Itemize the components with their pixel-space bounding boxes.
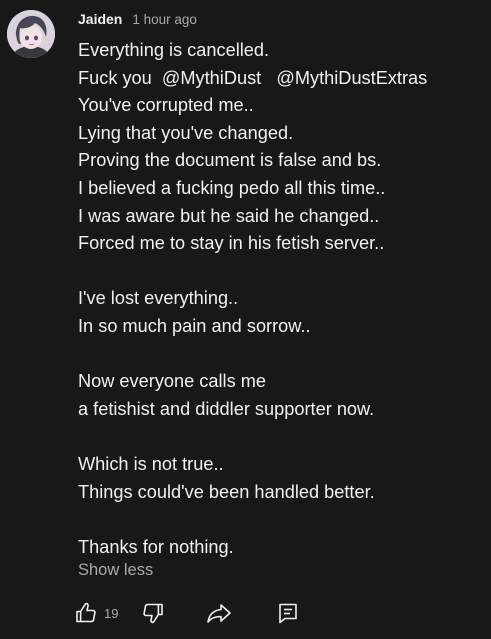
comment-line: Everything is cancelled. bbox=[78, 40, 270, 60]
thumbs-up-icon bbox=[76, 602, 96, 623]
show-less-button[interactable]: Show less bbox=[78, 561, 153, 580]
comment-line: In so much pain and sorrow.. bbox=[78, 315, 311, 336]
comment-line: Lying that you've changed. bbox=[78, 122, 294, 143]
comment-line: Forced me to stay in his fetish server.. bbox=[78, 233, 385, 254]
comment-text: Everything is cancelled. Fuck you @Mythi… bbox=[78, 37, 483, 561]
dislike-button[interactable] bbox=[141, 596, 165, 630]
author-name[interactable]: Jaiden bbox=[78, 11, 122, 27]
comment-timestamp[interactable]: 1 hour ago bbox=[132, 12, 197, 27]
comment-line: I believed a fucking pedo all this time.… bbox=[78, 177, 386, 198]
mention-link-mythidust[interactable]: @MythiDust bbox=[162, 68, 261, 88]
comment-line-gap bbox=[261, 68, 276, 88]
reply-button[interactable] bbox=[276, 596, 300, 630]
comment-line: Which is not true.. bbox=[78, 453, 224, 474]
avatar[interactable] bbox=[7, 10, 55, 58]
comment-thread: Jaiden 1 hour ago Everything is cancelle… bbox=[0, 0, 491, 639]
share-icon bbox=[207, 604, 231, 623]
comment-line: Proving the document is false and bs. bbox=[78, 150, 382, 171]
comment-line: I've lost everything.. bbox=[78, 288, 239, 309]
comment-line: Fuck you @MythiDust @MythiDustExtras bbox=[78, 65, 483, 93]
comment-actions: 19 bbox=[0, 596, 491, 630]
comment-line: a fetishist and diddler supporter now. bbox=[78, 398, 375, 419]
comment-line: I was aware but he said he changed.. bbox=[78, 205, 380, 226]
comment-line: Thanks for nothing. bbox=[78, 536, 234, 557]
comment-line: Things could've been handled better. bbox=[78, 481, 375, 502]
like-button[interactable]: 19 bbox=[74, 596, 118, 630]
comment-line-text: Fuck you bbox=[78, 67, 162, 88]
comment-line: You've corrupted me.. bbox=[78, 95, 254, 116]
mention-link-mythidustextras[interactable]: @MythiDustExtras bbox=[276, 68, 427, 88]
comment-line: Now everyone calls me bbox=[78, 371, 267, 392]
reply-comment-icon bbox=[279, 603, 297, 624]
comment-header: Jaiden 1 hour ago bbox=[78, 11, 197, 29]
like-count: 19 bbox=[104, 605, 119, 621]
share-button[interactable] bbox=[205, 596, 233, 630]
avatar-image bbox=[7, 10, 55, 58]
thumbs-down-icon bbox=[143, 603, 163, 624]
